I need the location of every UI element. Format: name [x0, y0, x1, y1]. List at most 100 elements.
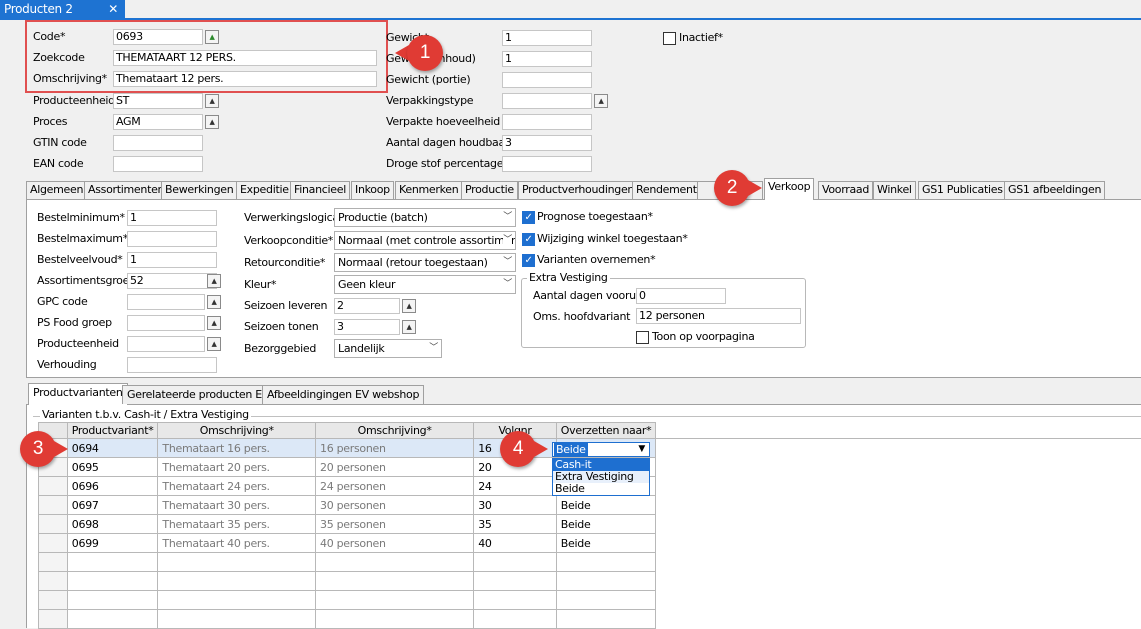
hoofdvariant-input[interactable]: 12 personen: [636, 308, 801, 324]
verhouding-input[interactable]: [127, 357, 217, 373]
subtab-gerelateerde[interactable]: Gerelateerde producten EV: [122, 385, 274, 404]
empty-cell[interactable]: [474, 610, 557, 629]
proces-lookup-icon[interactable]: ▲: [205, 115, 219, 129]
verpakte-input[interactable]: [502, 114, 592, 130]
overzetten-dropdown[interactable]: Beide ▼: [552, 442, 650, 457]
cell-volgnr[interactable]: 30: [474, 496, 557, 515]
dropdown-arrow-icon[interactable]: ▼: [638, 443, 645, 456]
empty-row[interactable]: [39, 610, 1141, 629]
cell-volgnr[interactable]: 40: [474, 534, 557, 553]
producteenheid-v-input[interactable]: [127, 336, 205, 352]
tab-assortimenten[interactable]: Assortimenten: [84, 181, 168, 199]
col-omschrijving-2[interactable]: Omschrijving*: [316, 423, 474, 439]
empty-cell[interactable]: [67, 610, 158, 629]
kleur-select[interactable]: Geen kleur﹀: [334, 275, 516, 294]
tab-winkel[interactable]: Winkel: [873, 181, 916, 199]
verpakkingstype-input[interactable]: [502, 93, 592, 109]
bezorggebied-select[interactable]: Landelijk﹀: [334, 339, 442, 358]
cell-omschrijving[interactable]: Themataart 35 pers.: [158, 515, 316, 534]
cell-volgnr[interactable]: 24: [474, 477, 557, 496]
cell-productvariant[interactable]: 0694: [67, 439, 158, 458]
tab-bewerkingen[interactable]: Bewerkingen: [161, 181, 237, 199]
tab-gs1-publicaties[interactable]: GS1 Publicaties: [918, 181, 1007, 199]
empty-cell[interactable]: [316, 553, 474, 572]
verwerkingslogica-select[interactable]: Productie (batch)﹀: [334, 208, 516, 227]
table-row[interactable]: 0699 Themataart 40 pers. 40 personen 40 …: [39, 534, 1141, 553]
voorpagina-checkbox[interactable]: [636, 331, 649, 344]
cell-overzetten[interactable]: Beide: [556, 534, 656, 553]
proces-input[interactable]: AGM: [113, 114, 203, 130]
window-tab[interactable]: Producten 2 ✕: [0, 0, 125, 18]
seizoen-tonen-lookup-icon[interactable]: ▲: [402, 320, 416, 334]
cell-omschrijving-2[interactable]: 24 personen: [316, 477, 474, 496]
tab-productie[interactable]: Productie: [461, 181, 518, 199]
empty-cell[interactable]: [67, 572, 158, 591]
gewicht-portie-input[interactable]: [502, 72, 592, 88]
producteenheid-input[interactable]: ST: [113, 93, 203, 109]
gtin-input[interactable]: [113, 135, 203, 151]
empty-cell[interactable]: [158, 591, 316, 610]
empty-cell[interactable]: [67, 591, 158, 610]
varianten-checkbox[interactable]: ✓: [522, 254, 535, 267]
empty-cell[interactable]: [316, 610, 474, 629]
cell-productvariant[interactable]: 0696: [67, 477, 158, 496]
empty-cell[interactable]: [556, 553, 656, 572]
cell-omschrijving-2[interactable]: 30 personen: [316, 496, 474, 515]
cell-omschrijving[interactable]: Themataart 20 pers.: [158, 458, 316, 477]
tab-verkoop[interactable]: Verkoop: [764, 178, 814, 200]
dagen-vooruit-input[interactable]: 0: [636, 288, 726, 304]
cell-omschrijving[interactable]: Themataart 30 pers.: [158, 496, 316, 515]
bestelminimum-input[interactable]: 1: [127, 210, 217, 226]
col-overzetten[interactable]: Overzetten naar*: [556, 423, 656, 439]
droge-input[interactable]: [502, 156, 592, 172]
row-handle[interactable]: [39, 553, 68, 572]
assortimentsgroep-lookup-icon[interactable]: ▲: [207, 274, 221, 288]
empty-cell[interactable]: [316, 572, 474, 591]
empty-cell[interactable]: [556, 572, 656, 591]
empty-cell[interactable]: [158, 610, 316, 629]
table-row[interactable]: 0698 Themataart 35 pers. 35 personen 35 …: [39, 515, 1141, 534]
gpc-lookup-icon[interactable]: ▲: [207, 295, 221, 309]
seizoen-leveren-input[interactable]: 2: [334, 298, 400, 314]
producteenheid-lookup-icon[interactable]: ▲: [205, 94, 219, 108]
empty-cell[interactable]: [474, 572, 557, 591]
empty-row[interactable]: [39, 553, 1141, 572]
empty-cell[interactable]: [474, 553, 557, 572]
cell-omschrijving-2[interactable]: 35 personen: [316, 515, 474, 534]
empty-cell[interactable]: [158, 553, 316, 572]
prognose-checkbox[interactable]: ✓: [522, 211, 535, 224]
row-handle[interactable]: [39, 591, 68, 610]
psfood-lookup-icon[interactable]: ▲: [207, 316, 221, 330]
gewicht-inhoud-input[interactable]: 1: [502, 51, 592, 67]
row-handle[interactable]: [39, 515, 68, 534]
producteenheid-v-lookup-icon[interactable]: ▲: [207, 337, 221, 351]
retourconditie-select[interactable]: Normaal (retour toegestaan)﹀: [334, 253, 516, 272]
subtab-afbeeldingen[interactable]: Afbeeldingingen EV webshop: [262, 385, 424, 404]
tab-financieel[interactable]: Financieel: [290, 181, 350, 199]
tab-inkoop[interactable]: Inkoop: [351, 181, 394, 199]
tab-voorraad[interactable]: Voorraad: [818, 181, 873, 199]
verkoopconditie-select[interactable]: Normaal (met controle assortiment﹀: [334, 231, 516, 250]
tab-productverhoudingen[interactable]: Productverhoudingen: [518, 181, 638, 199]
col-productvariant[interactable]: Productvariant*: [67, 423, 158, 439]
bestelveelvoud-input[interactable]: 1: [127, 252, 217, 268]
subtab-productvarianten[interactable]: Productvarianten: [28, 383, 128, 405]
ean-input[interactable]: [113, 156, 203, 172]
close-icon[interactable]: ✕: [108, 0, 118, 18]
cell-volgnr[interactable]: 35: [474, 515, 557, 534]
row-handle[interactable]: [39, 572, 68, 591]
col-omschrijving-1[interactable]: Omschrijving*: [158, 423, 316, 439]
cell-omschrijving-2[interactable]: 40 personen: [316, 534, 474, 553]
cell-productvariant[interactable]: 0699: [67, 534, 158, 553]
gewicht-input[interactable]: 1: [502, 30, 592, 46]
cell-productvariant[interactable]: 0695: [67, 458, 158, 477]
empty-cell[interactable]: [556, 610, 656, 629]
gpc-input[interactable]: [127, 294, 205, 310]
bestelmaximum-input[interactable]: [127, 231, 217, 247]
cell-productvariant[interactable]: 0698: [67, 515, 158, 534]
seizoen-leveren-lookup-icon[interactable]: ▲: [402, 299, 416, 313]
tab-gs1-afbeeldingen[interactable]: GS1 afbeeldingen: [1004, 181, 1105, 199]
empty-cell[interactable]: [158, 572, 316, 591]
psfood-input[interactable]: [127, 315, 205, 331]
option-beide[interactable]: Beide: [553, 483, 649, 495]
